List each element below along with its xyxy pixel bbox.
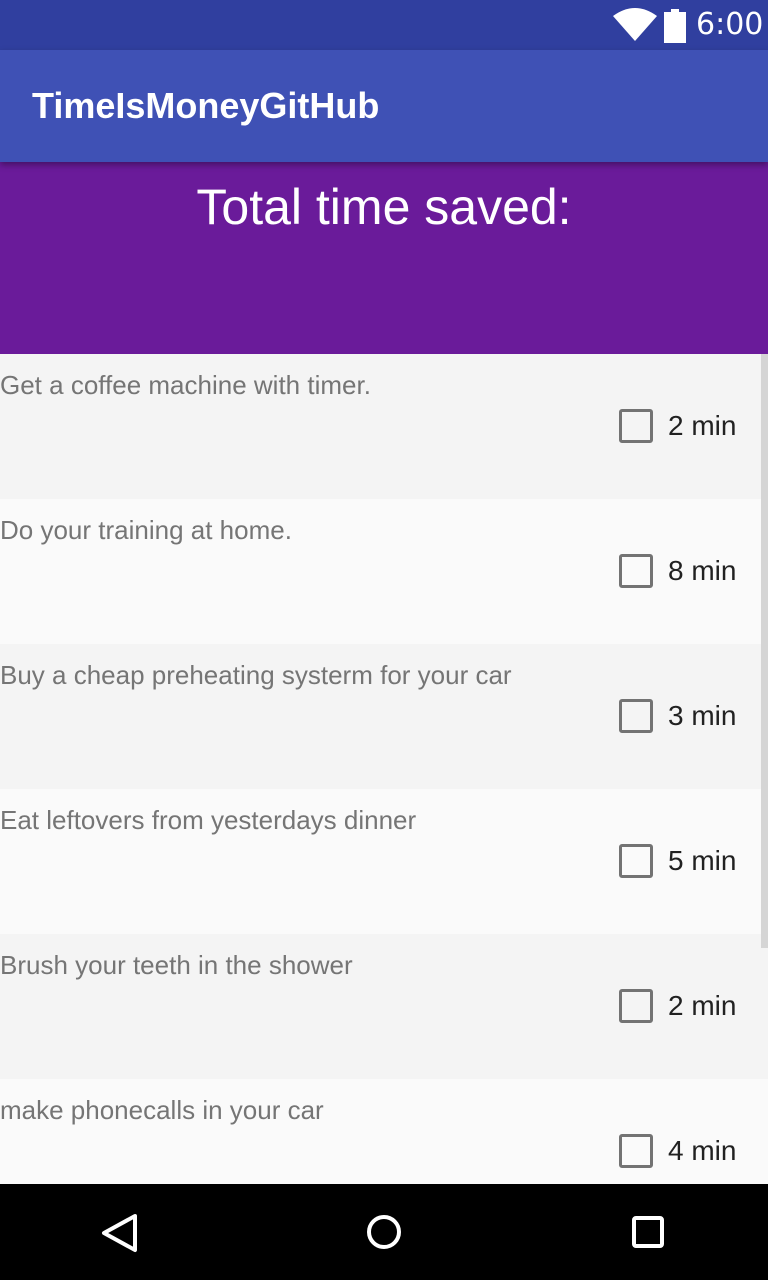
tip-minutes[interactable]: 3 min <box>668 699 736 733</box>
tip-checkbox[interactable] <box>619 409 653 443</box>
list-item: Eat leftovers from yesterdays dinner 5 m… <box>0 789 768 934</box>
tip-checkbox[interactable] <box>619 989 653 1023</box>
tip-checkbox[interactable] <box>619 844 653 878</box>
list-item: Brush your teeth in the shower 2 min <box>0 934 768 1079</box>
tip-text: Do your training at home. <box>0 515 292 545</box>
tip-text: Brush your teeth in the shower <box>0 950 353 980</box>
battery-icon <box>664 9 686 43</box>
app-bar: TimeIsMoneyGitHub <box>0 50 768 162</box>
tip-minutes[interactable]: 5 min <box>668 844 736 878</box>
list-item: Get a coffee machine with timer. 2 min <box>0 354 768 499</box>
status-bar: 6:00 <box>0 0 768 50</box>
tip-checkbox[interactable] <box>619 699 653 733</box>
list-scrollbar[interactable] <box>761 354 768 948</box>
app-title: TimeIsMoneyGitHub <box>32 85 380 126</box>
tip-text: make phonecalls in your car <box>0 1095 324 1125</box>
tips-list[interactable]: Get a coffee machine with timer. 2 min D… <box>0 354 768 1184</box>
list-item: make phonecalls in your car 4 min <box>0 1079 768 1184</box>
back-icon[interactable] <box>90 1202 150 1262</box>
tip-minutes[interactable]: 4 min <box>668 1134 736 1168</box>
tip-minutes[interactable]: 2 min <box>668 989 736 1023</box>
tip-checkbox[interactable] <box>619 1134 653 1168</box>
navigation-bar <box>0 1184 768 1280</box>
tip-checkbox[interactable] <box>619 554 653 588</box>
home-icon[interactable] <box>354 1202 414 1262</box>
tip-minutes[interactable]: 2 min <box>668 409 736 443</box>
tip-text: Eat leftovers from yesterdays dinner <box>0 805 417 835</box>
tip-text: Get a coffee machine with timer. <box>0 370 371 400</box>
list-item: Do your training at home. 8 min <box>0 499 768 644</box>
time-saved-panel: Total time saved: <box>0 162 768 354</box>
tip-text: Buy a cheap preheating systerm for your … <box>0 660 512 690</box>
tip-minutes[interactable]: 8 min <box>668 554 736 588</box>
time-saved-label: Total time saved: <box>196 179 572 235</box>
status-time: 6:00 <box>696 7 764 42</box>
recent-apps-icon[interactable] <box>618 1202 678 1262</box>
list-item: Buy a cheap preheating systerm for your … <box>0 644 768 789</box>
wifi-icon <box>613 8 657 41</box>
